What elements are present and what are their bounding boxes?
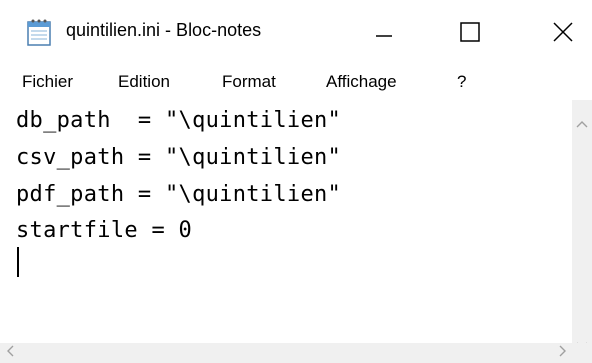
text-line: csv_path = "\quintilien" bbox=[16, 145, 342, 170]
menu-bar: Fichier Edition Format Affichage ? bbox=[0, 64, 592, 100]
text-line: db_path = "\quintilien" bbox=[16, 108, 342, 133]
close-icon bbox=[552, 21, 574, 43]
scroll-left-button[interactable] bbox=[0, 343, 20, 363]
scroll-up-button[interactable] bbox=[572, 114, 592, 134]
chevron-right-icon bbox=[559, 344, 567, 362]
chevron-up-icon bbox=[576, 115, 588, 133]
close-button[interactable] bbox=[533, 0, 592, 64]
maximize-button[interactable] bbox=[440, 0, 500, 64]
text-editor[interactable]: db_path = "\quintilien" csv_path = "\qui… bbox=[0, 100, 572, 343]
horizontal-scrollbar[interactable] bbox=[0, 343, 592, 363]
scroll-right-button[interactable] bbox=[553, 343, 573, 363]
text-line: pdf_path = "\quintilien" bbox=[16, 182, 342, 207]
window-title: quintilien.ini - Bloc-notes bbox=[66, 20, 262, 40]
menu-edition[interactable]: Edition bbox=[118, 72, 170, 92]
menu-help[interactable]: ? bbox=[457, 72, 466, 92]
menu-format[interactable]: Format bbox=[222, 72, 276, 92]
text-caret bbox=[17, 247, 19, 277]
minimize-button[interactable] bbox=[354, 0, 414, 64]
text-line: startfile = 0 bbox=[16, 218, 193, 243]
vertical-scrollbar[interactable] bbox=[572, 100, 592, 349]
menu-fichier[interactable]: Fichier bbox=[22, 72, 73, 92]
title-bar[interactable]: quintilien.ini - Bloc-notes bbox=[0, 0, 592, 64]
menu-affichage[interactable]: Affichage bbox=[326, 72, 397, 92]
chevron-left-icon bbox=[6, 344, 14, 362]
minimize-icon bbox=[374, 22, 394, 42]
maximize-icon bbox=[459, 21, 481, 43]
notepad-icon bbox=[26, 18, 52, 46]
